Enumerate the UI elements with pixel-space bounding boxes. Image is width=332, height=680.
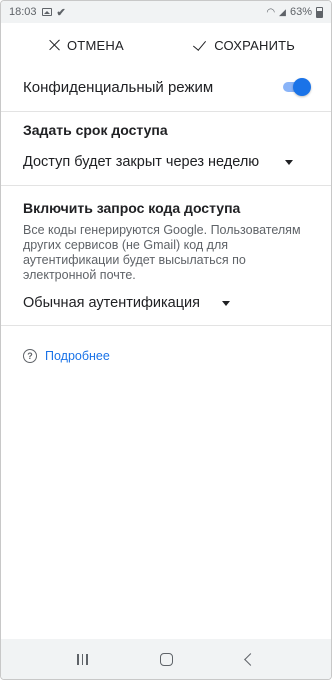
passcode-description: Все коды генерируются Google. Пользовате…: [23, 223, 301, 282]
recents-icon[interactable]: [77, 653, 88, 665]
confidential-mode-label: Конфиденциальный режим: [23, 78, 214, 96]
wifi-icon: ◠: [266, 6, 276, 18]
battery-icon: [316, 6, 323, 18]
home-icon[interactable]: [160, 652, 174, 666]
chevron-down-icon: [285, 159, 293, 165]
expiry-section-title: Задать срок доступа: [23, 122, 168, 138]
app-frame: 18:03 ✔ ◠ ◢ 63% ОТМЕНА СОХРАНИТЬ Конфиде…: [0, 0, 332, 680]
learn-more-label: Подробнее: [45, 349, 110, 363]
battery-percent: 63%: [289, 6, 312, 18]
cancel-label: ОТМЕНА: [67, 37, 124, 53]
status-time: 18:03: [9, 6, 37, 18]
save-label: СОХРАНИТЬ: [214, 37, 295, 53]
status-right: ◠ ◢ 63%: [266, 6, 323, 18]
system-nav-bar: [1, 639, 331, 679]
action-bar: ОТМЕНА СОХРАНИТЬ: [1, 23, 331, 67]
check-icon: [194, 40, 208, 50]
chevron-down-icon: [221, 300, 230, 306]
divider: [1, 325, 331, 326]
expiry-selected-value: Доступ будет закрыт через неделю: [23, 154, 260, 170]
confidential-mode-row: Конфиденциальный режим: [1, 67, 331, 107]
image-notification-icon: [41, 8, 52, 16]
passcode-section-title: Включить запрос кода доступа: [23, 200, 241, 216]
learn-more-link[interactable]: ? Подробнее: [23, 349, 110, 363]
divider: [1, 185, 331, 186]
status-left: 18:03 ✔: [9, 6, 66, 19]
signal-icon: ◢: [279, 6, 286, 17]
toggle-thumb: [293, 78, 311, 96]
status-bar: 18:03 ✔ ◠ ◢ 63%: [1, 1, 331, 23]
expiry-dropdown[interactable]: Доступ будет закрыт через неделю: [23, 154, 293, 170]
divider: [1, 111, 331, 112]
cancel-button[interactable]: ОТМЕНА: [49, 38, 124, 53]
passcode-dropdown[interactable]: Обычная аутентификация: [23, 295, 230, 311]
check-notification-icon: ✔: [56, 6, 66, 19]
back-icon[interactable]: [243, 652, 257, 666]
close-icon: [49, 39, 61, 51]
save-button[interactable]: СОХРАНИТЬ: [194, 38, 295, 53]
confidential-mode-toggle[interactable]: [283, 78, 311, 96]
help-circle-icon: ?: [23, 349, 37, 363]
passcode-selected-value: Обычная аутентификация: [23, 295, 200, 311]
